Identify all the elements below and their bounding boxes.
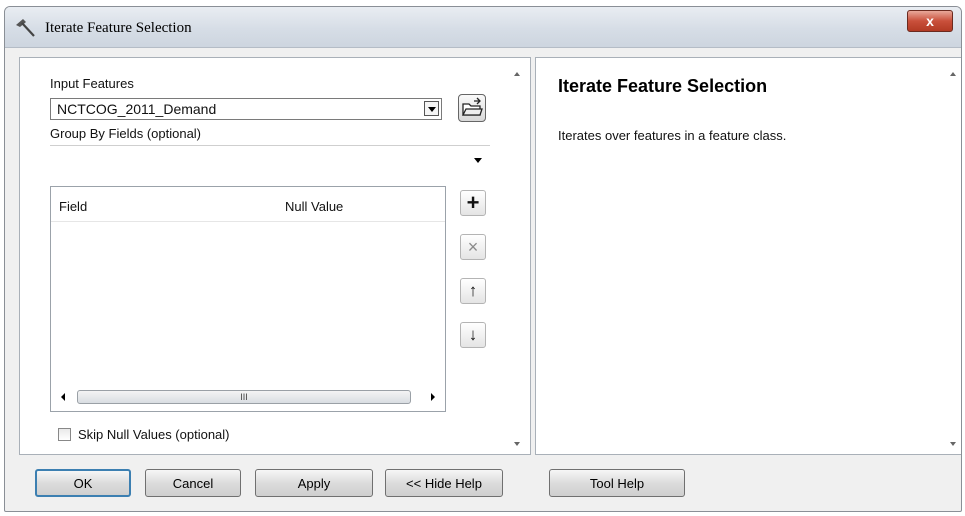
column-header-field[interactable]: Field: [59, 199, 87, 214]
title-bar[interactable]: Iterate Feature Selection x: [5, 7, 961, 48]
add-field-button[interactable]: +: [460, 190, 486, 216]
help-title: Iterate Feature Selection: [558, 76, 768, 96]
close-button[interactable]: x: [907, 10, 953, 32]
help-scroll-up-icon[interactable]: [950, 72, 956, 76]
scroll-left-icon[interactable]: [61, 393, 65, 401]
scroll-up-icon[interactable]: [514, 72, 520, 76]
group-by-fields-table[interactable]: Field Null Value III: [50, 186, 446, 412]
move-up-button[interactable]: ↑: [460, 278, 486, 304]
scroll-right-icon[interactable]: [431, 393, 435, 401]
input-features-label: Input Features: [50, 76, 134, 91]
parameters-pane: Input Features NCTCOG_2011_Demand Group …: [19, 57, 531, 455]
help-description: Iterates over features in a feature clas…: [558, 128, 787, 143]
group-by-label: Group By Fields (optional): [50, 126, 202, 141]
table-header-divider: [51, 221, 445, 222]
hammer-icon: [16, 19, 35, 37]
skip-null-checkbox[interactable]: [58, 428, 71, 441]
expand-arrow-icon[interactable]: [474, 158, 482, 163]
arrow-up-icon: ↑: [468, 281, 478, 300]
column-header-null-value[interactable]: Null Value: [285, 199, 343, 214]
plus-icon: +: [466, 190, 480, 215]
arrow-down-icon: ↓: [468, 325, 478, 344]
ok-button[interactable]: OK: [35, 469, 131, 497]
help-scroll-down-icon[interactable]: [950, 442, 956, 446]
remove-field-button[interactable]: ×: [460, 234, 486, 260]
help-pane: Iterate Feature Selection Iterates over …: [535, 57, 961, 455]
input-features-combo[interactable]: NCTCOG_2011_Demand: [50, 98, 442, 120]
delete-icon: ×: [467, 236, 479, 257]
browse-button[interactable]: [458, 94, 486, 122]
cancel-button[interactable]: Cancel: [145, 469, 241, 497]
window-title: Iterate Feature Selection: [45, 20, 192, 36]
horizontal-scrollbar[interactable]: III: [55, 389, 441, 405]
dropdown-arrow-icon[interactable]: [424, 101, 439, 116]
group-by-divider: [50, 145, 490, 146]
close-icon: x: [926, 13, 934, 29]
hide-help-button[interactable]: << Hide Help: [385, 469, 503, 497]
scroll-thumb[interactable]: III: [77, 390, 411, 404]
skip-null-label: Skip Null Values (optional): [78, 427, 230, 442]
open-folder-icon: [461, 97, 483, 116]
tool-dialog: Iterate Feature Selection x Input Featur…: [4, 6, 962, 512]
scroll-down-icon[interactable]: [514, 442, 520, 446]
tool-help-button[interactable]: Tool Help: [549, 469, 685, 497]
apply-button[interactable]: Apply: [255, 469, 373, 497]
move-down-button[interactable]: ↓: [460, 322, 486, 348]
input-features-value: NCTCOG_2011_Demand: [57, 101, 217, 117]
